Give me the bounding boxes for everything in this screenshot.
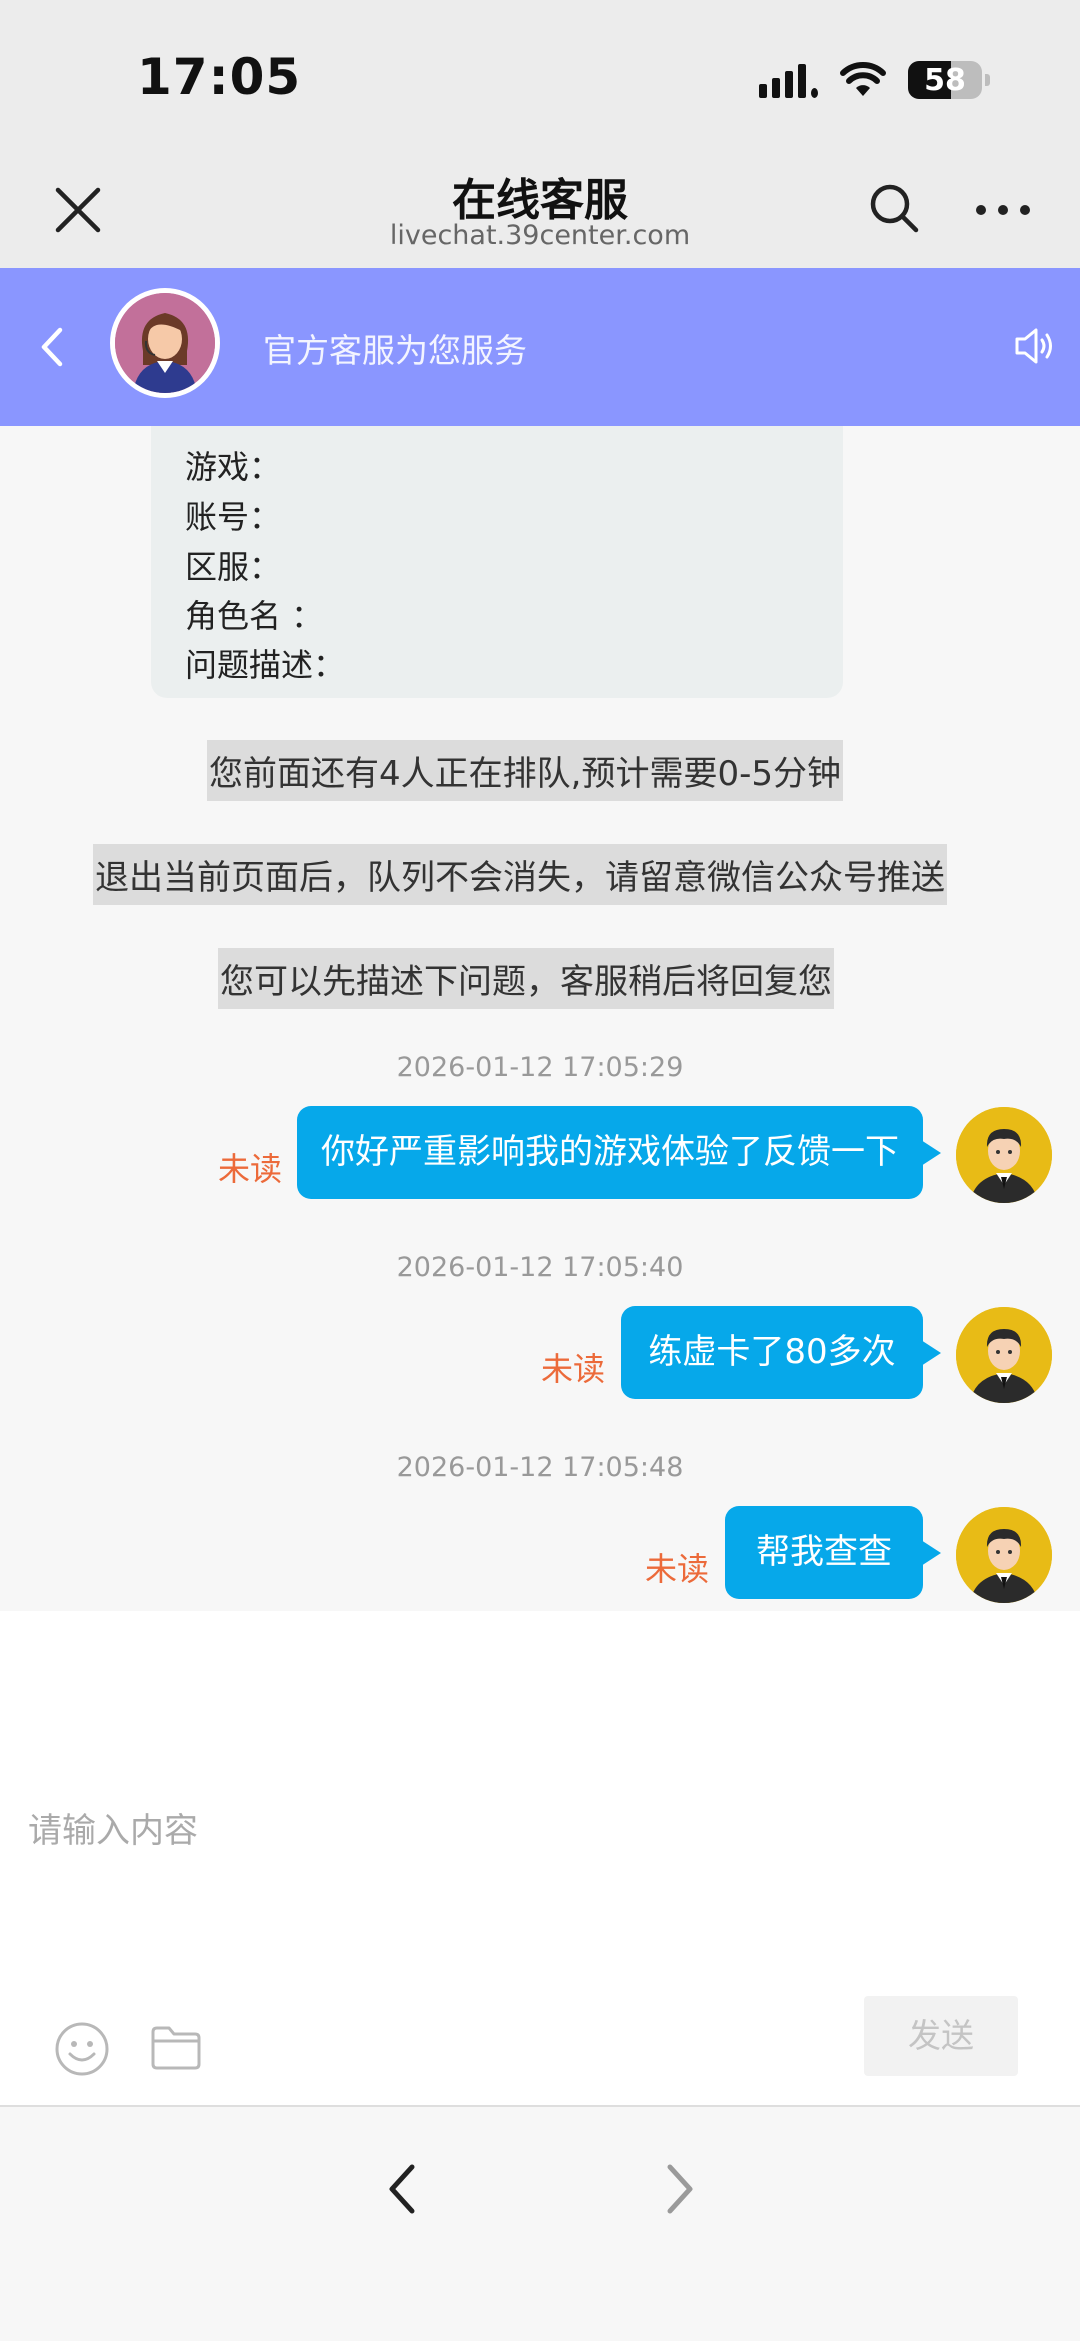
message-bubble[interactable]: 帮我查查	[725, 1506, 941, 1599]
search-icon[interactable]	[866, 180, 922, 236]
message-timestamp: 2026-01-12 17:05:48	[396, 1452, 684, 1483]
status-time: 17:05	[137, 48, 302, 106]
user-avatar	[956, 1107, 1052, 1203]
unread-status: 未读	[541, 1350, 606, 1388]
message-timestamp: 2026-01-12 17:05:40	[396, 1252, 684, 1283]
send-button[interactable]: 发送	[864, 1996, 1018, 2076]
form-line-description: 问题描述：	[185, 646, 346, 684]
browser-bottom-toolbar	[0, 2105, 1080, 2341]
message-bubble[interactable]: 练虚卡了80多次	[621, 1306, 941, 1399]
unread-status: 未读	[645, 1550, 710, 1588]
speaker-icon[interactable]	[1012, 324, 1056, 368]
chat-header: 官方客服为您服务	[0, 268, 1080, 426]
forward-arrow-icon[interactable]	[660, 2159, 700, 2219]
describe-problem-notice: 您可以先描述下问题，客服稍后将回复您	[218, 948, 834, 1009]
cellular-signal-icon	[759, 62, 818, 98]
form-line-game: 游戏：	[185, 448, 282, 486]
agent-avatar	[110, 288, 220, 398]
wifi-icon	[840, 62, 886, 96]
folder-icon[interactable]	[150, 2024, 202, 2072]
info-form-card: 游戏： 账号： 区服： 角色名 ： 问题描述：	[151, 426, 843, 698]
battery-cap	[985, 74, 990, 86]
emoji-icon[interactable]	[54, 2021, 110, 2077]
back-icon[interactable]	[34, 322, 70, 372]
more-icon[interactable]	[975, 202, 1031, 218]
status-bar: 17:05 58	[0, 0, 1080, 150]
message-bubble[interactable]: 你好严重影响我的游戏体验了反馈一下	[297, 1106, 941, 1199]
form-line-account: 账号：	[185, 498, 282, 536]
form-line-character: 角色名 ：	[185, 597, 324, 635]
header-subtitle: 官方客服为您服务	[263, 331, 527, 370]
form-line-server: 区服：	[185, 548, 282, 586]
user-avatar	[956, 1307, 1052, 1403]
browser-nav-bar: 在线客服 livechat.39center.com	[0, 150, 1080, 268]
queue-persist-notice: 退出当前页面后，队列不会消失，请留意微信公众号推送	[93, 844, 947, 905]
back-arrow-icon[interactable]	[382, 2159, 422, 2219]
status-icons: 58	[759, 56, 990, 104]
message-composer: 发送	[0, 1611, 1080, 2105]
chat-message-area[interactable]: 游戏： 账号： 区服： 角色名 ： 问题描述： 您前面还有4人正在排队,预计需要…	[0, 426, 1080, 1611]
message-input[interactable]	[0, 1761, 1080, 1901]
user-avatar	[956, 1507, 1052, 1603]
battery-level: 58	[924, 63, 966, 98]
unread-status: 未读	[218, 1150, 283, 1188]
message-timestamp: 2026-01-12 17:05:29	[396, 1052, 684, 1083]
battery-icon: 58	[908, 61, 982, 99]
queue-notice: 您前面还有4人正在排队,预计需要0-5分钟	[207, 740, 843, 801]
